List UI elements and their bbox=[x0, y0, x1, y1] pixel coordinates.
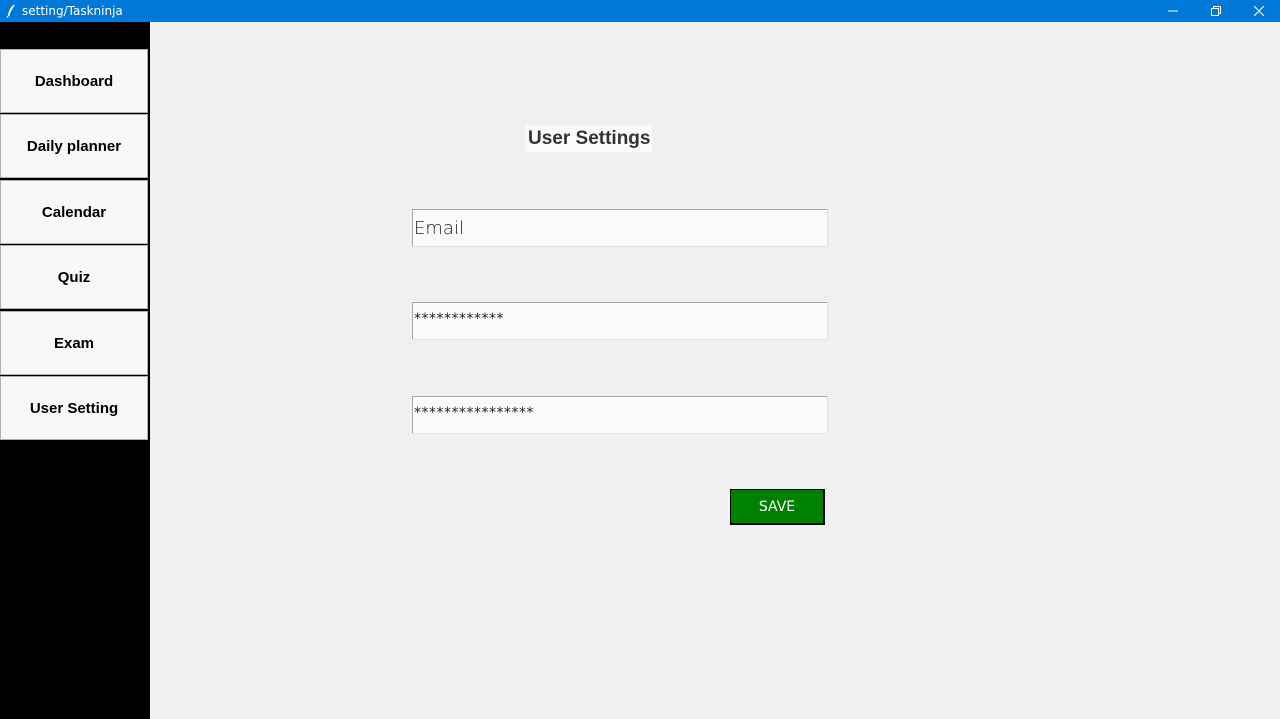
sidebar-item-dashboard[interactable]: Dashboard bbox=[0, 49, 148, 113]
sidebar: Dashboard Daily planner Calendar Quiz Ex… bbox=[0, 22, 150, 719]
email-field[interactable]: Email bbox=[412, 209, 828, 247]
window-controls bbox=[1151, 0, 1280, 22]
restore-icon[interactable] bbox=[1194, 0, 1237, 22]
main-panel: User Settings Email ************ *******… bbox=[150, 22, 1280, 719]
close-icon[interactable] bbox=[1237, 0, 1280, 22]
sidebar-item-user-setting[interactable]: User Setting bbox=[0, 376, 148, 440]
sidebar-item-exam[interactable]: Exam bbox=[0, 311, 148, 375]
feather-icon bbox=[0, 0, 22, 22]
sidebar-item-daily-planner[interactable]: Daily planner bbox=[0, 114, 148, 178]
save-button[interactable]: SAVE bbox=[730, 489, 825, 525]
window-title: setting/Taskninja bbox=[22, 4, 123, 18]
password-field[interactable]: ************ bbox=[412, 302, 828, 340]
confirm-password-field[interactable]: **************** bbox=[412, 396, 828, 434]
minimize-icon[interactable] bbox=[1151, 0, 1194, 22]
page-title: User Settings bbox=[526, 125, 653, 152]
sidebar-item-quiz[interactable]: Quiz bbox=[0, 245, 148, 309]
window-titlebar: setting/Taskninja bbox=[0, 0, 1280, 22]
sidebar-item-calendar[interactable]: Calendar bbox=[0, 180, 148, 244]
